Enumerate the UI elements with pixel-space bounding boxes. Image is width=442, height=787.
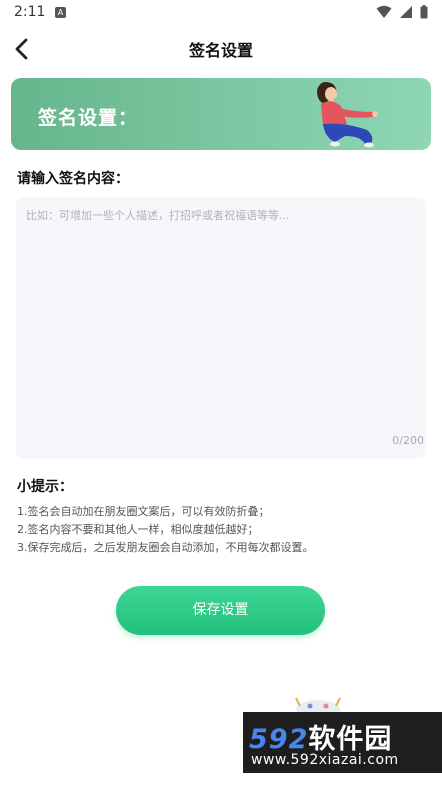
watermark-url: www.592xiazai.com [251, 752, 399, 768]
wifi-icon [376, 5, 392, 18]
battery-icon [420, 5, 428, 19]
tips-list: 1.签名会自动加在朋友圈文案后，可以有效防折叠； 2.签名内容不要和其他人一样，… [17, 503, 427, 557]
watermark: 592软件园 www.592xiazai.com [243, 712, 442, 773]
notification-icon: A [55, 7, 66, 18]
signature-input[interactable] [26, 207, 414, 427]
signal-icon [400, 6, 412, 18]
page-title: 签名设置 [188, 41, 253, 60]
save-button[interactable]: 保存设置 [116, 586, 325, 635]
banner: 签名设置： [11, 78, 431, 150]
header: 签名设置 [0, 26, 442, 72]
woman-sitting-illustration [317, 82, 378, 148]
banner-title: 签名设置： [38, 107, 139, 129]
watermark-cn-text: 软件园 [308, 724, 393, 755]
tips-title: 小提示： [17, 479, 73, 495]
signature-label: 请输入签名内容： [17, 171, 129, 187]
signature-box: 0/200 [16, 197, 426, 459]
tip-item: 3.保存完成后，之后发朋友圈会自动添加，不用每次都设置。 [17, 541, 314, 554]
char-counter: 0/200 [392, 434, 424, 447]
status-time: 2:11 [14, 4, 46, 20]
tip-item: 1.签名会自动加在朋友圈文案后，可以有效防折叠； [17, 505, 270, 518]
status-icons [376, 5, 428, 19]
status-bar: 2:11 A [0, 0, 442, 26]
watermark-number: 592 [249, 724, 309, 755]
tip-item: 2.签名内容不要和其他人一样，相似度越低越好； [17, 523, 259, 536]
watermark-logo: 592软件园 [249, 717, 392, 756]
